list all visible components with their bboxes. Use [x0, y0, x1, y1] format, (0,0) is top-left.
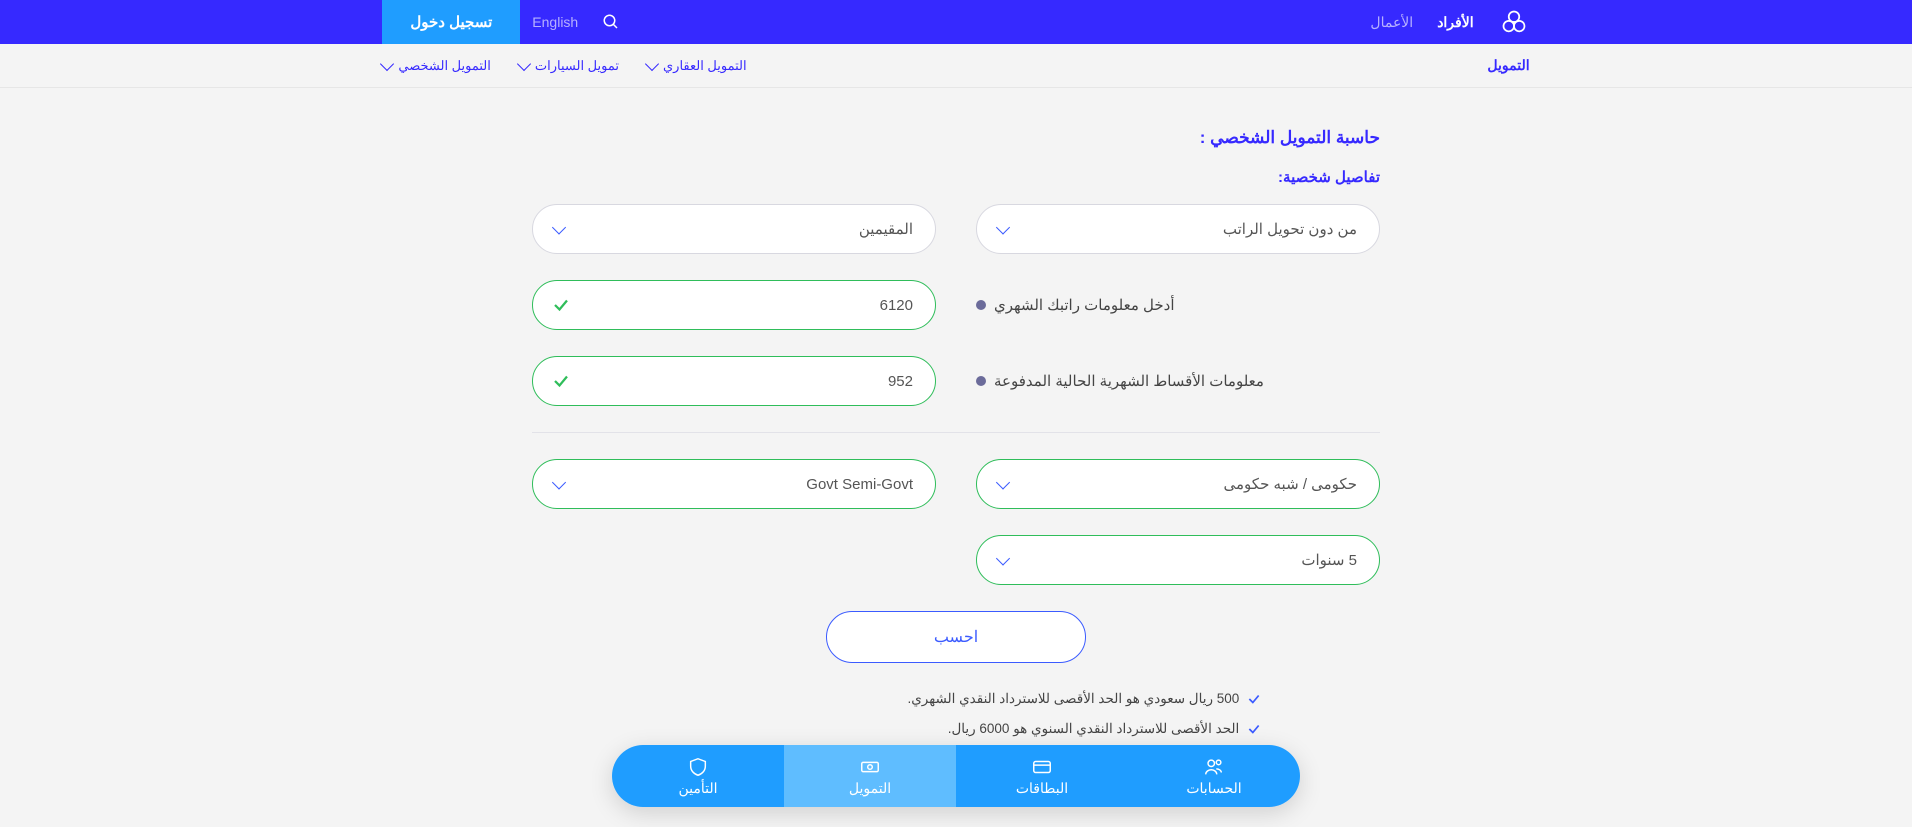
login-button[interactable]: تسجيل دخول — [382, 0, 520, 44]
note-text: 500 ريال سعودي هو الحد الأقصى للاسترداد … — [907, 691, 1239, 709]
subnav-label: التمويل الشخصي — [398, 58, 490, 74]
select-value: من دون تحويل الراتب — [976, 204, 1380, 254]
bottom-nav-accounts[interactable]: الحسابات — [1128, 745, 1300, 807]
subnav-title: التمويل — [1487, 57, 1529, 74]
top-header: الأفراد الأعمال English تسجيل دخول — [0, 0, 1912, 44]
bottom-nav-insurance[interactable]: التأمين — [612, 745, 784, 807]
chevron-down-icon — [645, 57, 659, 71]
calculator-form: حاسبة التمويل الشخصي : تفاصيل شخصية: من … — [516, 128, 1396, 769]
search-icon[interactable] — [602, 13, 620, 31]
monthly-salary-label: أدخل معلومات راتبك الشهري — [994, 296, 1175, 314]
note-item: 500 ريال سعودي هو الحد الأقصى للاسترداد … — [532, 691, 1261, 709]
info-icon[interactable] — [976, 300, 986, 310]
select-value: 5 سنوات — [976, 535, 1380, 585]
nav-label: التأمين — [678, 780, 717, 797]
select-value: حكومى / شبه حكومى — [976, 459, 1380, 509]
user-icon — [1203, 756, 1225, 778]
money-icon — [859, 756, 881, 778]
nav-business[interactable]: الأعمال — [1370, 14, 1413, 31]
subnav-item-realestate[interactable]: التمويل العقاري — [647, 58, 747, 74]
chevron-down-icon — [380, 57, 394, 71]
duration-select[interactable]: 5 سنوات — [976, 535, 1380, 585]
subnav-label: التمويل العقاري — [663, 58, 747, 74]
shield-icon — [687, 756, 709, 778]
sub-nav: التمويل التمويل العقاري تمويل السيارات ا… — [0, 44, 1912, 88]
calculator-title: حاسبة التمويل الشخصي : — [532, 128, 1380, 148]
card-icon — [1031, 756, 1053, 778]
nav-label: الحسابات — [1186, 780, 1241, 797]
logo — [1498, 6, 1530, 38]
installments-label: معلومات الأقساط الشهرية الحالية المدفوعة — [994, 372, 1264, 390]
divider — [532, 432, 1380, 433]
note-item: الحد الأقصى للاسترداد النقدي السنوي هو 6… — [532, 721, 1261, 739]
salary-transfer-select[interactable]: من دون تحويل الراتب — [976, 204, 1380, 254]
installments-input[interactable] — [532, 356, 936, 406]
installments-input-wrapper — [532, 356, 936, 406]
subnav-item-personal[interactable]: التمويل الشخصي — [382, 58, 490, 74]
calculate-button[interactable]: احسب — [826, 611, 1086, 663]
section-title: تفاصيل شخصية: — [532, 168, 1380, 186]
select-value: المقيمين — [532, 204, 936, 254]
chevron-down-icon — [517, 57, 531, 71]
note-text: الحد الأقصى للاسترداد النقدي السنوي هو 6… — [948, 721, 1240, 739]
residency-select[interactable]: المقيمين — [532, 204, 936, 254]
language-toggle[interactable]: English — [532, 14, 578, 30]
nav-label: البطاقات — [1016, 780, 1068, 797]
subnav-label: تمويل السيارات — [535, 58, 619, 74]
select-value: Govt Semi-Govt — [532, 459, 936, 509]
bottom-nav-financing[interactable]: التمويل — [784, 745, 956, 807]
monthly-salary-input[interactable] — [532, 280, 936, 330]
monthly-salary-input-wrapper — [532, 280, 936, 330]
bottom-nav-cards[interactable]: البطاقات — [956, 745, 1128, 807]
bottom-nav: الحسابات البطاقات التمويل التأمين — [612, 745, 1300, 807]
nav-individuals[interactable]: الأفراد — [1437, 14, 1473, 31]
info-icon[interactable] — [976, 376, 986, 386]
sector-en-select[interactable]: Govt Semi-Govt — [532, 459, 936, 509]
check-icon — [1247, 692, 1261, 709]
nav-label: التمويل — [849, 780, 891, 797]
sector-ar-select[interactable]: حكومى / شبه حكومى — [976, 459, 1380, 509]
subnav-item-cars[interactable]: تمويل السيارات — [519, 58, 619, 74]
check-icon — [1247, 722, 1261, 739]
